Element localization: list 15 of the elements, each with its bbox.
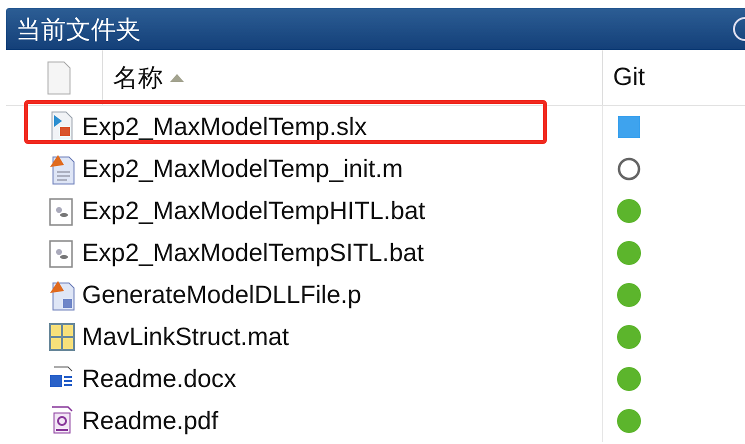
column-header[interactable]: Git [603,63,645,92]
column-header[interactable]: 名称 [103,61,163,94]
file-name[interactable]: Exp2_MaxModelTempHITL.bat [82,196,426,226]
file-name[interactable]: Exp2_MaxModelTempSITL.bat [82,238,424,268]
file-name[interactable]: Readme.docx [82,364,236,394]
file-icon [48,153,76,185]
file-name[interactable]: Exp2_MaxModelTemp.slx [82,112,367,142]
file-icon [48,279,76,311]
file-icon [46,60,72,94]
panel-title: 当前文件夹 [15,14,141,46]
file-name[interactable]: Readme.pdf [82,406,218,436]
file-name[interactable]: GenerateModelDLLFile.p [82,280,362,310]
file-name[interactable]: Exp2_MaxModelTemp_init.m [82,154,403,184]
file-icon [48,321,76,353]
file-name[interactable]: MavLinkStruct.mat [82,322,290,352]
